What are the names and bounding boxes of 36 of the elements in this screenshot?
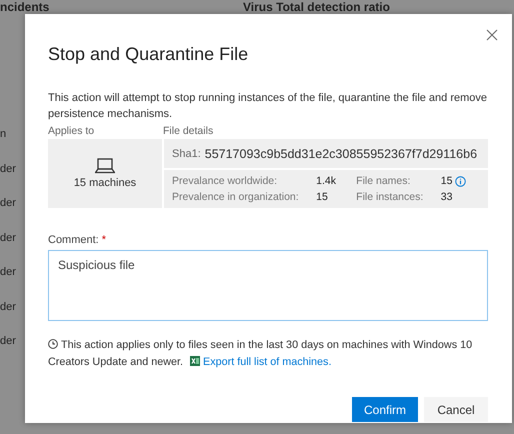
confirm-button[interactable]: Confirm [352,397,418,422]
stat-label: Prevalance worldwide: [172,175,278,187]
dialog-title: Stop and Quarantine File [48,44,250,65]
description: This action will attempt to stop running instances of the file, quarantine the file and remove persistence mechanisms. [48,91,488,122]
close-icon[interactable] [486,29,498,41]
section-heading: Virus Total detection ratio [243,0,390,16]
note-text: This action applies only to files seen in the last 30 days on machines with Windows 10 Creators Update and newer. Export full list of machines. [48,338,474,370]
file-details-label: File details [163,125,214,137]
cancel-button[interactable]: Cancel [424,397,488,422]
required-marker: * [102,234,106,246]
stat-label: Prevalence in organization: [172,191,300,203]
row-label: der [0,335,17,349]
clock-icon [48,339,58,349]
info-icon[interactable] [455,176,466,186]
comment-label: Comment: [48,234,99,246]
machine-count: 15 machines [74,177,136,189]
row-label: der [0,300,17,314]
row-label: der [0,232,17,246]
stat-label: File instances: [356,191,424,203]
laptop-icon [95,158,115,174]
stat-value: 1.4k [316,175,336,187]
stat-value: 33 [440,191,452,203]
section-heading: ncidents [0,0,50,16]
row-label: der [0,266,17,280]
row-label: n [0,128,8,142]
sha-label: Sha1: [172,148,201,160]
stat-value: 15 [316,191,328,203]
comment-field[interactable]: Suspicious file [48,250,488,321]
sha-value: 55717093c9b5dd31e2c30855952367f7d29116b6 [204,146,478,160]
row-label: der [0,197,17,211]
spreadsheet-icon [190,356,200,366]
row-label: der [0,162,17,176]
stat-value: 15 [440,175,452,187]
applies-to-label: Applies to [48,125,96,137]
stat-label: File names: [356,175,412,187]
export-link[interactable]: Export full list of machines. [203,356,332,368]
